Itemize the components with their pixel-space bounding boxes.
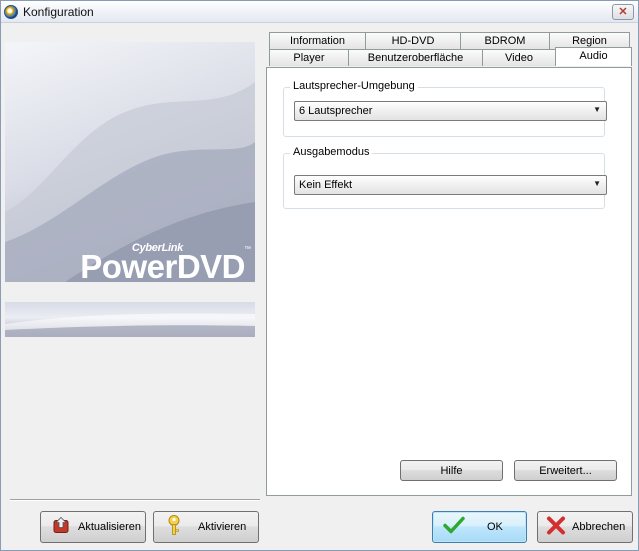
- help-button[interactable]: Hilfe: [400, 460, 503, 481]
- speaker-environment-value: 6 Lautsprecher: [299, 105, 373, 117]
- output-mode-dropdown[interactable]: Kein Effekt ▼: [294, 175, 607, 195]
- powerdvd-logo-text: PowerDVD: [80, 248, 245, 282]
- update-button[interactable]: Aktualisieren: [40, 511, 146, 543]
- tab-hd-dvd[interactable]: HD-DVD: [365, 32, 461, 49]
- update-icon: [51, 516, 71, 539]
- tab-information[interactable]: Information: [269, 32, 366, 49]
- window-title: Konfiguration: [23, 5, 94, 19]
- speaker-environment-dropdown[interactable]: 6 Lautsprecher ▼: [294, 101, 607, 121]
- left-divider: [10, 499, 260, 501]
- configuration-dialog: Konfiguration ✕ CyberLink PowerDVD ™ Inf…: [0, 0, 639, 551]
- key-icon: [164, 515, 184, 540]
- cancel-button[interactable]: Abbrechen: [537, 511, 633, 543]
- powerdvd-app-icon: [4, 5, 18, 19]
- decorative-banner: [5, 302, 255, 337]
- settings-tabs: Information HD-DVD BDROM Region Player B…: [266, 32, 632, 68]
- ok-button-label: OK: [487, 521, 503, 533]
- speaker-environment-label: Lautsprecher-Umgebung: [290, 80, 418, 92]
- tab-label: Benutzeroberfläche: [367, 52, 464, 64]
- trademark-symbol: ™: [244, 246, 251, 253]
- tab-video[interactable]: Video: [482, 49, 556, 66]
- tab-label: Region: [572, 35, 607, 47]
- dropdown-arrow-icon: ▼: [593, 179, 601, 188]
- activate-button[interactable]: Aktivieren: [153, 511, 259, 543]
- close-icon: ✕: [618, 6, 628, 18]
- update-button-label: Aktualisieren: [78, 521, 141, 533]
- tab-bdrom[interactable]: BDROM: [460, 32, 550, 49]
- tab-player[interactable]: Player: [269, 49, 349, 66]
- tab-audio[interactable]: Audio: [555, 47, 632, 66]
- tab-label: Information: [289, 35, 346, 47]
- ok-button[interactable]: OK: [432, 511, 527, 543]
- speaker-environment-group: Lautsprecher-Umgebung 6 Lautsprecher ▼: [283, 80, 607, 137]
- tab-label: HD-DVD: [391, 35, 435, 47]
- checkmark-icon: [443, 516, 465, 538]
- title-bar[interactable]: Konfiguration ✕: [1, 1, 638, 23]
- output-mode-value: Kein Effekt: [299, 179, 352, 191]
- tab-label: Audio: [579, 50, 608, 62]
- dropdown-arrow-icon: ▼: [593, 105, 601, 114]
- tab-label: Player: [293, 52, 325, 64]
- tab-user-interface[interactable]: Benutzeroberfläche: [348, 49, 483, 66]
- tab-label: Video: [505, 52, 533, 64]
- audio-settings-panel: Lautsprecher-Umgebung 6 Lautsprecher ▼ A…: [266, 67, 632, 496]
- output-mode-label: Ausgabemodus: [290, 146, 373, 158]
- output-mode-group: Ausgabemodus Kein Effekt ▼: [283, 146, 607, 209]
- activate-button-label: Aktivieren: [198, 521, 247, 533]
- powerdvd-logo-image: CyberLink PowerDVD ™: [5, 42, 255, 282]
- x-icon: [546, 516, 566, 539]
- close-button[interactable]: ✕: [612, 4, 634, 20]
- advanced-button-label: Erweitert...: [539, 464, 592, 477]
- advanced-button[interactable]: Erweitert...: [514, 460, 617, 481]
- help-button-label: Hilfe: [440, 464, 463, 477]
- tab-label: BDROM: [484, 35, 526, 47]
- cancel-button-label: Abbrechen: [572, 521, 626, 533]
